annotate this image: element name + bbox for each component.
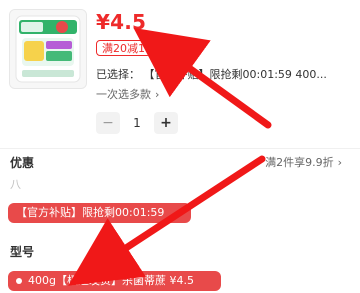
quantity-value[interactable]: 1	[120, 112, 154, 134]
selected-value: 【官方补贴】限抢剩00:01:59 400...	[143, 68, 327, 81]
selected-indicator-icon	[16, 278, 22, 284]
quantity-stepper: − 1 +	[96, 112, 178, 134]
model-title: 型号	[10, 245, 35, 259]
section-divider	[0, 148, 360, 149]
product-options-sheet: ¥4.5 满20减1 已选择： 【官方补贴】限抢剩00:01:59 400...…	[0, 0, 360, 293]
chevron-right-icon: ›	[337, 156, 342, 169]
multi-select-link[interactable]: 一次选多款 ›	[96, 87, 159, 103]
decrease-quantity-button[interactable]: −	[96, 112, 120, 134]
offers-faint-text: 八	[10, 178, 21, 191]
offers-title: 优惠	[10, 156, 35, 170]
promo-chip[interactable]: 【官方补贴】限抢剩00:01:59	[8, 203, 191, 223]
coupon-badge[interactable]: 满20减1	[96, 40, 151, 56]
selected-variant-row[interactable]: 已选择： 【官方补贴】限抢剩00:01:59 400...	[96, 67, 356, 83]
selected-model-chip[interactable]: 400g【极速发货】杀菌蒂蔗 ¥4.5	[8, 271, 221, 291]
offers-summary-link[interactable]: 满2件享9.9折 ›	[265, 155, 342, 171]
offers-summary: 满2件享9.9折	[265, 156, 334, 169]
selected-label: 已选择：	[96, 68, 140, 81]
multi-select-label: 一次选多款	[96, 88, 151, 101]
increase-quantity-button[interactable]: +	[154, 112, 178, 134]
price: ¥4.5	[96, 10, 147, 34]
selected-model-label: 400g【极速发货】杀菌蒂蔗 ¥4.5	[28, 274, 194, 287]
product-summary: ¥4.5 满20减1 已选择： 【官方补贴】限抢剩00:01:59 400...…	[0, 0, 360, 150]
product-thumbnail-icon	[10, 10, 86, 88]
product-thumbnail[interactable]	[9, 9, 87, 89]
chevron-right-icon: ›	[155, 88, 160, 101]
